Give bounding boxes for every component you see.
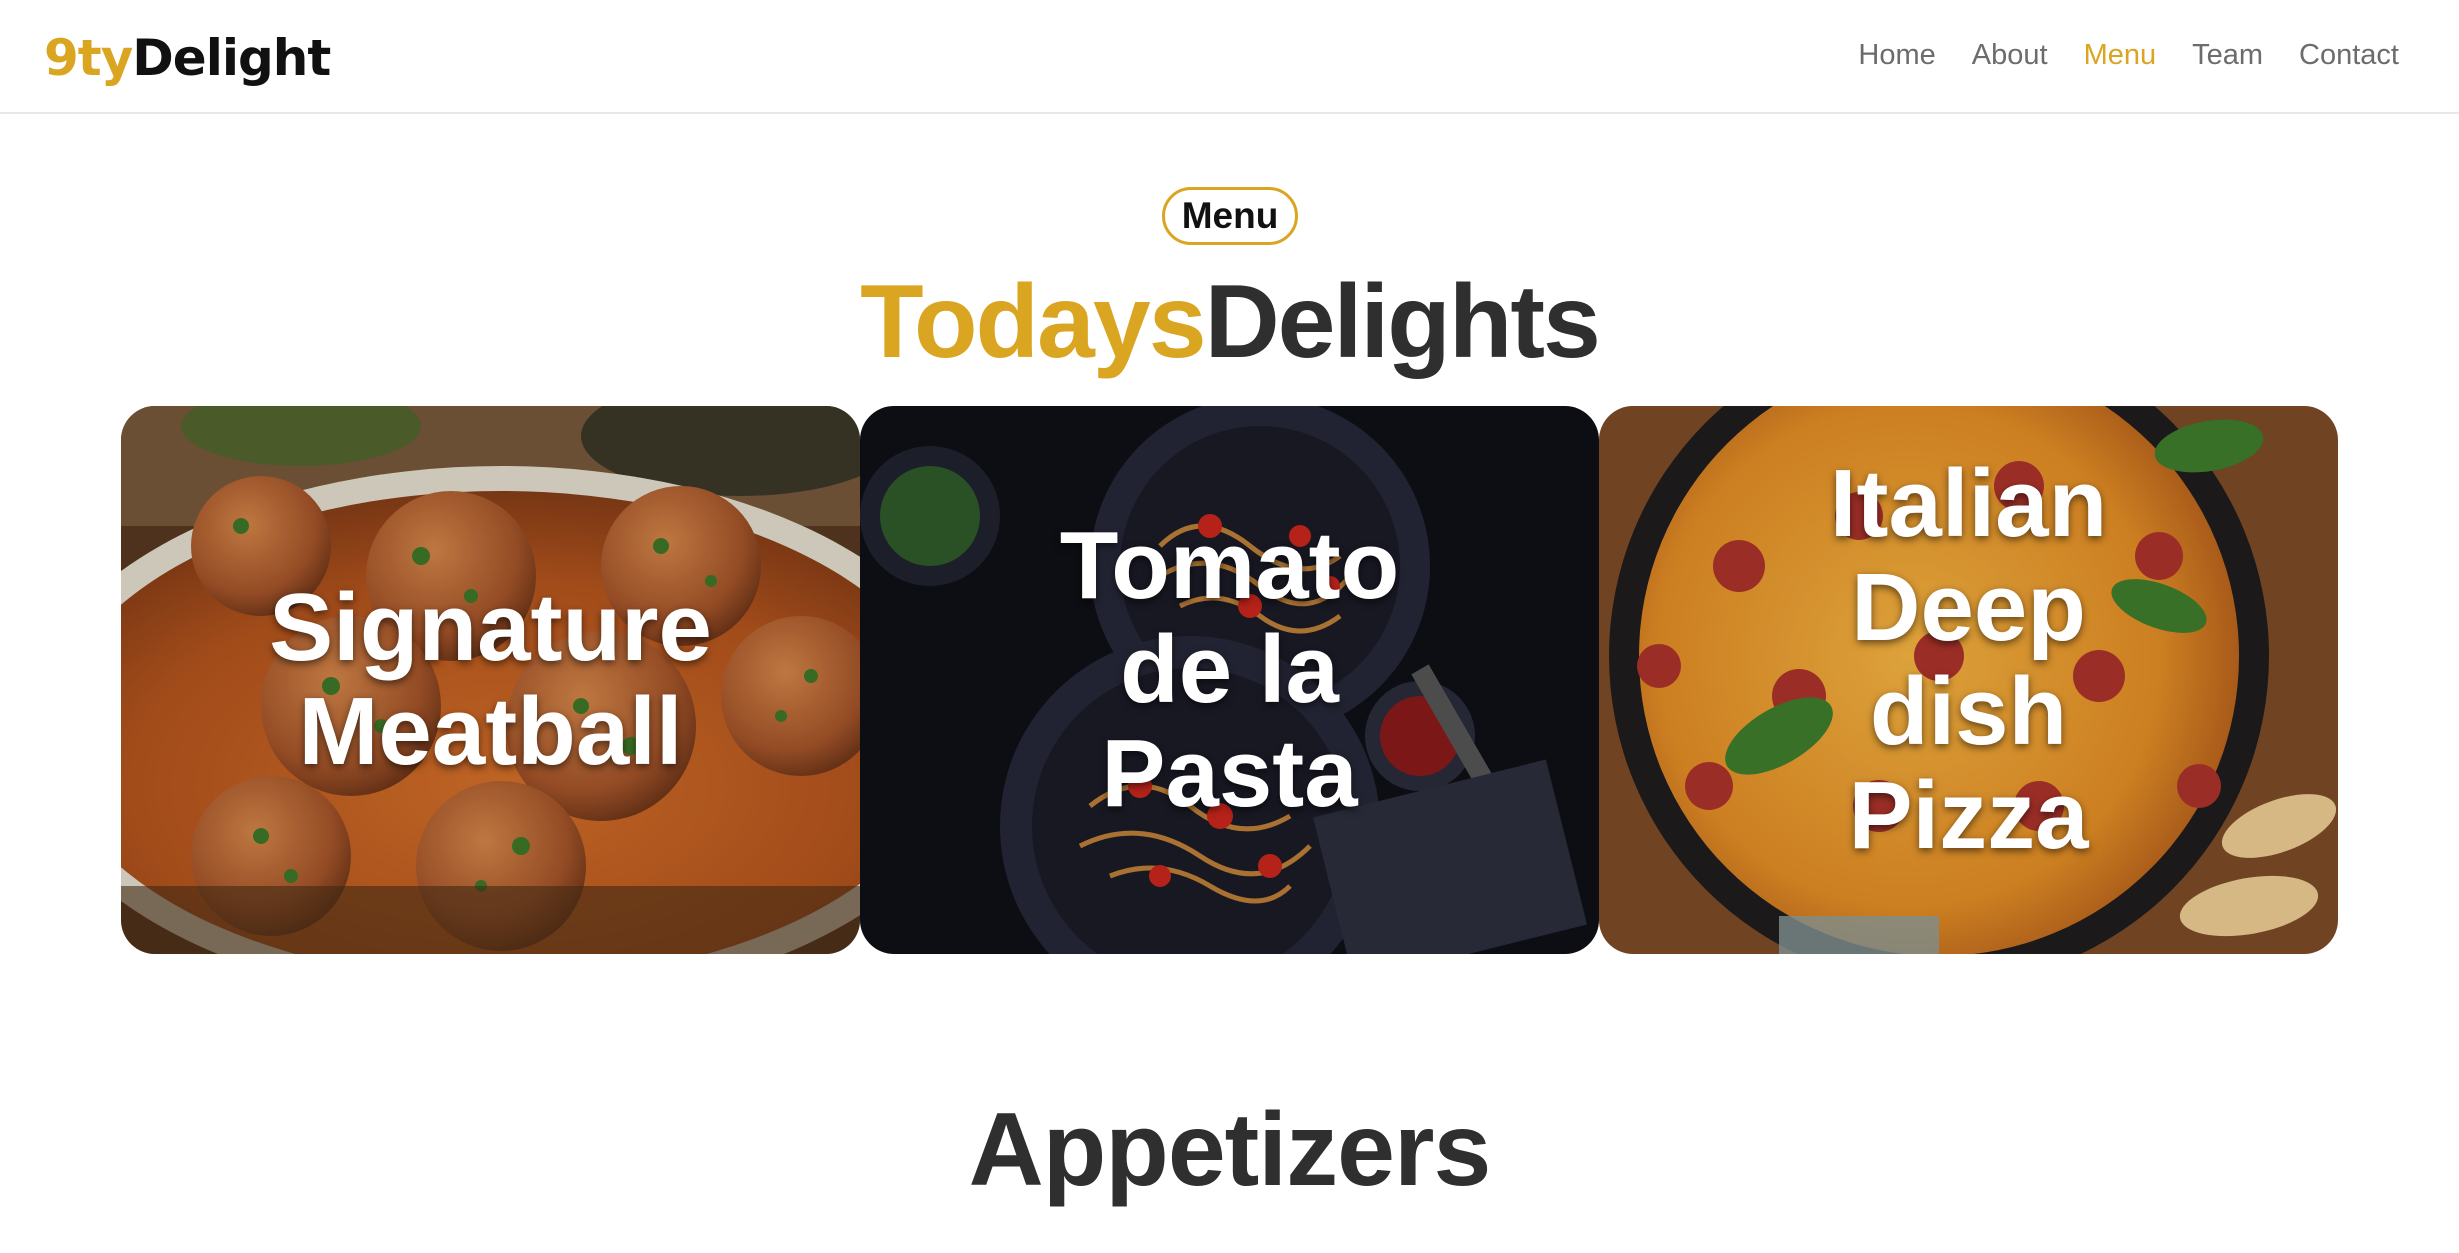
nav-link-team[interactable]: Team	[2192, 30, 2263, 80]
headline-accent-text: Todays	[860, 264, 1206, 380]
nav-link-contact[interactable]: Contact	[2299, 30, 2399, 80]
dish-title-pizza: Italian Deep dish Pizza	[1829, 450, 2108, 869]
dish-title-pasta: Tomato de la Pasta	[1059, 512, 1400, 827]
dish-title-meatball: Signature Meatball	[269, 574, 712, 785]
brand-logo[interactable]: 9tyDelight	[44, 26, 331, 90]
dish-card-pasta[interactable]: Tomato de la Pasta	[860, 406, 1599, 954]
nav-link-menu[interactable]: Menu	[2084, 30, 2157, 80]
menu-headline: TodaysDelights	[0, 262, 2459, 382]
dish-card-pizza[interactable]: Italian Deep dish Pizza	[1599, 406, 2338, 954]
nav-link-home[interactable]: Home	[1858, 30, 1935, 80]
featured-dishes: Signature Meatball Tomato de la Pasta It…	[121, 406, 2339, 954]
logo-rest-text: Delight	[132, 29, 331, 87]
navbar: 9tyDelight Home About Menu Team Contact	[0, 0, 2459, 114]
nav-link-about[interactable]: About	[1972, 30, 2048, 80]
menu-section-badge: Menu	[1162, 187, 1298, 245]
logo-accent-text: 9ty	[44, 29, 133, 87]
dish-card-meatball[interactable]: Signature Meatball	[121, 406, 860, 954]
appetizers-heading: Appetizers	[968, 1092, 1492, 1208]
headline-rest-text: Delights	[1204, 264, 1601, 380]
main-nav: Home About Menu Team Contact	[1858, 30, 2399, 80]
